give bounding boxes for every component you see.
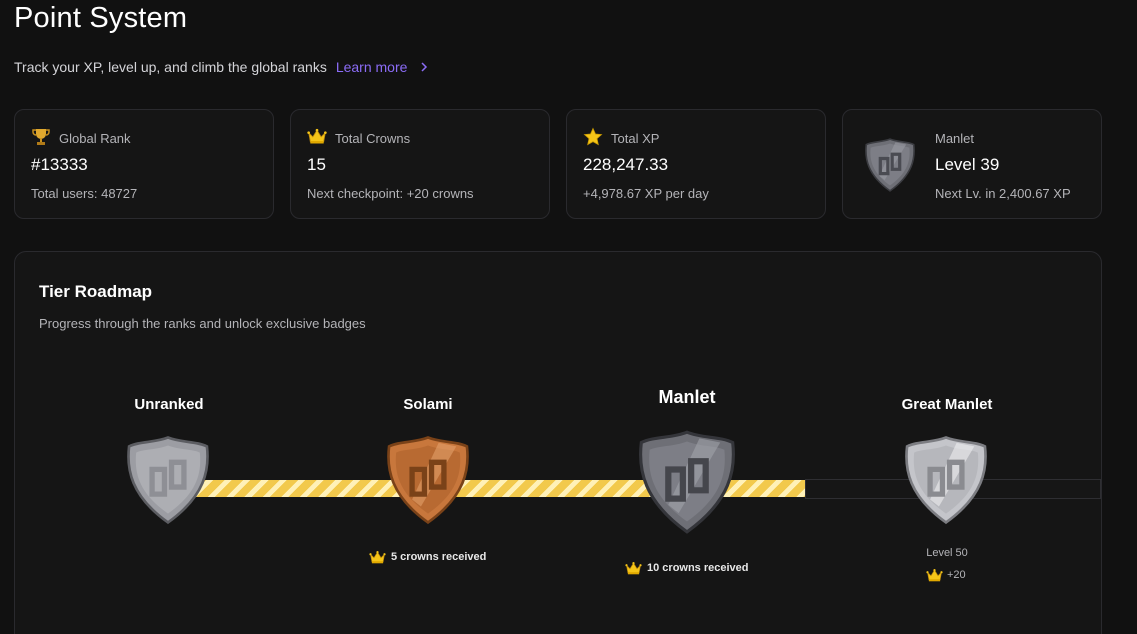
star-icon <box>583 127 603 147</box>
total-crowns-card: Total Crowns 15 Next checkpoint: +20 cro… <box>290 109 550 219</box>
roadmap-subtitle: Progress through the ranks and unlock ex… <box>39 316 366 331</box>
stat-label: Total Crowns <box>335 131 411 146</box>
roadmap-title: Tier Roadmap <box>39 282 153 301</box>
level-card: Manlet Level 39 Next Lv. in 2,400.67 XP <box>842 109 1102 219</box>
great-manlet-badge-icon <box>901 434 991 531</box>
unranked-badge-icon <box>123 434 213 531</box>
stat-label: Manlet <box>935 131 975 146</box>
manlet-badge-icon <box>634 428 740 541</box>
tier-note-text: 10 crowns received <box>647 562 749 574</box>
manlet-badge-icon <box>863 137 917 193</box>
tier-roadmap-panel: Tier Roadmap Progress through the ranks … <box>14 251 1102 634</box>
great-manlet-level: Level 50 <box>926 547 968 559</box>
great-manlet-bonus: +20 <box>926 568 966 582</box>
crown-icon <box>625 561 642 575</box>
tier-name-unranked: Unranked <box>134 396 204 413</box>
page-subtitle: Track your XP, level up, and climb the g… <box>14 59 327 75</box>
page-title: Point System <box>14 2 188 34</box>
stat-value: #13333 <box>31 155 88 174</box>
manlet-crowns-note: 10 crowns received <box>625 561 749 575</box>
stat-value: 228,247.33 <box>583 155 669 174</box>
stat-label: Total XP <box>611 131 660 146</box>
page-subtitle-row: Track your XP, level up, and climb the g… <box>14 59 428 75</box>
tier-name-manlet: Manlet <box>658 387 716 407</box>
stat-sub: +4,978.67 XP per day <box>583 186 709 201</box>
solami-badge-icon <box>383 434 473 531</box>
trophy-icon <box>31 127 51 147</box>
stat-value: Level 39 <box>935 155 1000 174</box>
learn-more-link[interactable]: Learn more <box>336 59 408 75</box>
total-xp-card: Total XP 228,247.33 +4,978.67 XP per day <box>566 109 826 219</box>
crown-icon <box>369 550 386 564</box>
tier-note-text: 5 crowns received <box>391 551 487 563</box>
crown-icon <box>307 127 327 147</box>
global-rank-card: Global Rank #13333 Total users: 48727 <box>14 109 274 219</box>
solami-crowns-note: 5 crowns received <box>369 550 486 564</box>
tier-name-great-manlet: Great Manlet <box>901 396 993 413</box>
stat-sub: Next checkpoint: +20 crowns <box>307 186 474 201</box>
crown-icon <box>926 568 943 582</box>
chevron-right-icon[interactable] <box>420 59 428 75</box>
stat-value: 15 <box>307 155 326 174</box>
stat-sub: Total users: 48727 <box>31 186 138 201</box>
stat-label: Global Rank <box>59 131 131 146</box>
tier-name-solami: Solami <box>403 396 453 413</box>
tier-bonus-text: +20 <box>947 569 966 581</box>
stat-sub: Next Lv. in 2,400.67 XP <box>935 186 1071 201</box>
